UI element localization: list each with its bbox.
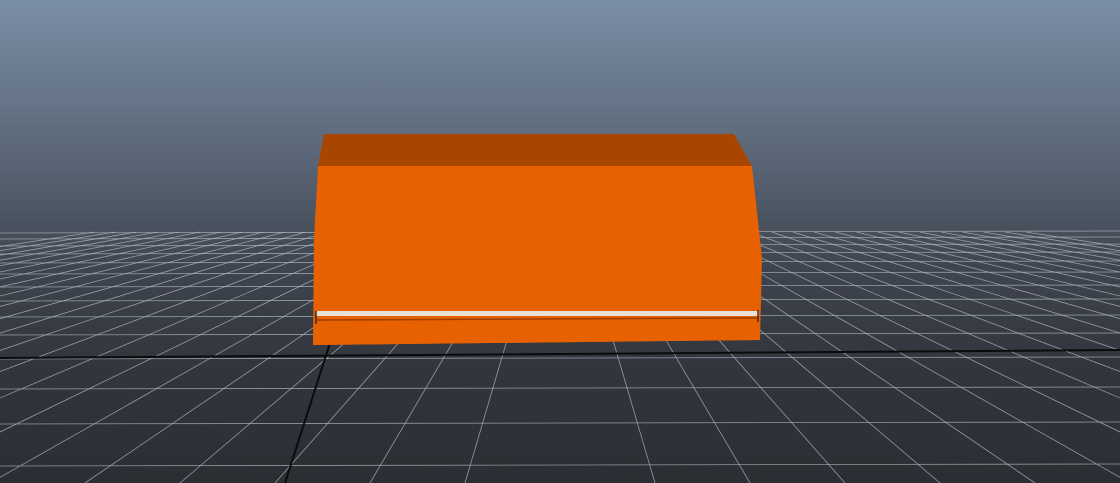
- 3d-viewport[interactable]: [0, 0, 1120, 483]
- box-trim-bar: [316, 311, 759, 316]
- orange-box-model[interactable]: [313, 134, 762, 345]
- z-axis-line: [284, 342, 331, 483]
- grid-row-line: [0, 386, 1120, 390]
- grid-row-line: [0, 421, 1120, 425]
- box-bottom-strip: [313, 320, 760, 345]
- scene-canvas[interactable]: [0, 0, 1120, 483]
- ground-axes: [0, 342, 1120, 483]
- box-top-face: [318, 134, 752, 166]
- x-axis-line: [0, 349, 1120, 359]
- grid-row-line: [0, 463, 1120, 467]
